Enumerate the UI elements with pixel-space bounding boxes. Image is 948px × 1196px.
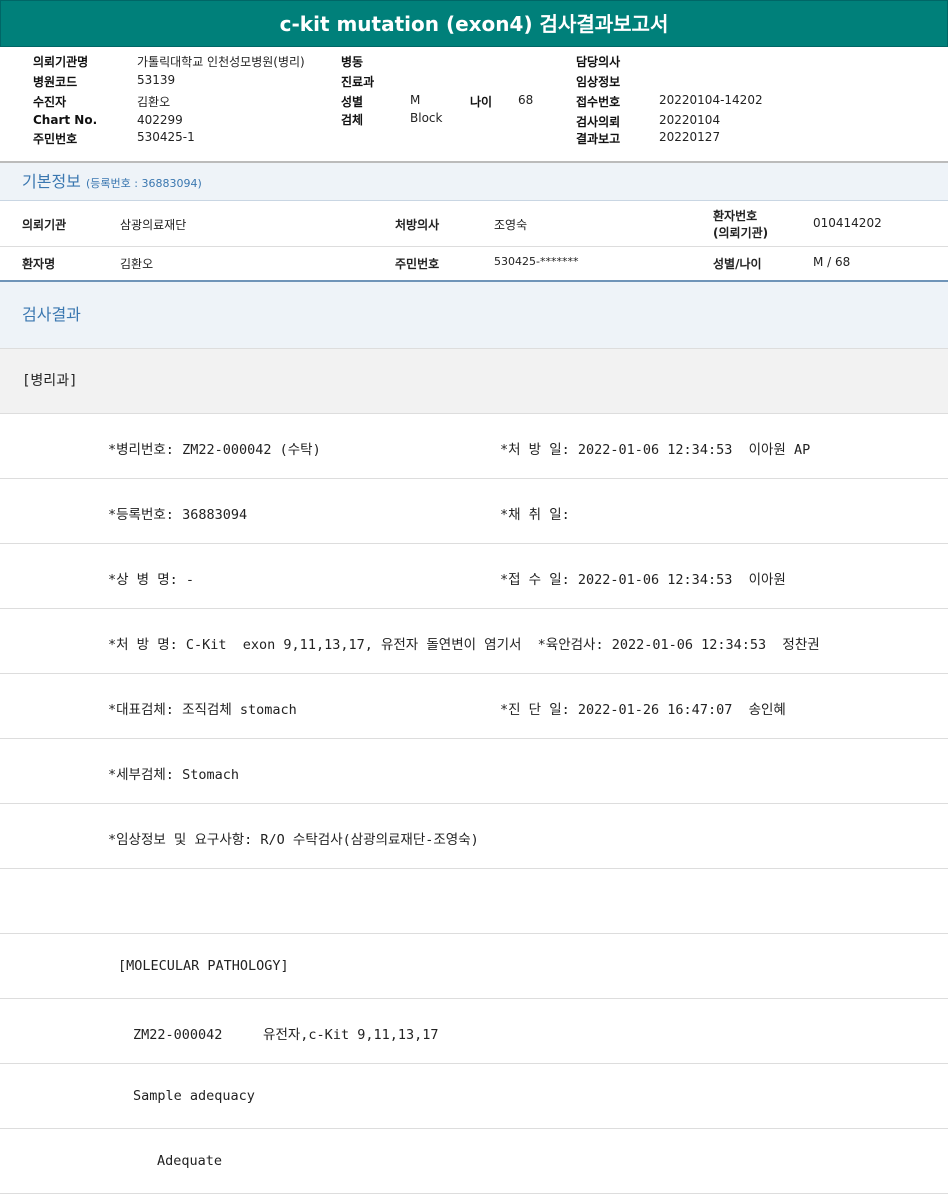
- label: (의뢰기관): [713, 226, 769, 240]
- label: 주민번호: [395, 257, 440, 271]
- adequacy-label: Sample adequacy: [133, 1088, 255, 1104]
- label: 의뢰기관: [22, 218, 67, 232]
- result-row: [MOLECULAR PATHOLOGY]: [0, 934, 948, 999]
- label: 나이: [470, 95, 493, 109]
- result-row: *세부검체: Stomach: [0, 739, 948, 804]
- field-left: *처 방 명: C-Kit exon 9,11,13,17, 유전자 돌연변이 …: [108, 637, 820, 653]
- registration-number: (등록번호 : 36883094): [85, 177, 202, 190]
- department-label: [병리과]: [0, 348, 948, 414]
- label: 주민번호: [33, 132, 78, 146]
- result-row: ZM22-000042 유전자,c-Kit 9,11,13,17: [0, 999, 948, 1064]
- label: 처방의사: [395, 218, 440, 232]
- label: 임상정보: [576, 75, 621, 89]
- label: 병원코드: [33, 75, 78, 89]
- field-left: *병리번호: ZM22-000042 (수탁): [108, 442, 321, 458]
- result-row: *처 방 명: C-Kit exon 9,11,13,17, 유전자 돌연변이 …: [0, 609, 948, 674]
- value: 삼광의료재단: [120, 218, 187, 232]
- value: 402299: [137, 113, 183, 127]
- label: 결과보고: [576, 132, 621, 146]
- basic-info-header: 기본정보 (등록번호 : 36883094): [0, 163, 948, 201]
- label: 수진자: [33, 95, 67, 109]
- value: 20220127: [659, 130, 721, 144]
- result-row: *등록번호: 36883094 *채 취 일:: [0, 479, 948, 544]
- field-left: *대표검체: 조직검체 stomach: [108, 702, 297, 718]
- value: 조영숙: [494, 218, 528, 232]
- label: Chart No.: [33, 113, 98, 127]
- result-row: *병리번호: ZM22-000042 (수탁) *처 방 일: 2022-01-0…: [0, 414, 948, 479]
- molecular-header: [MOLECULAR PATHOLOGY]: [118, 958, 289, 974]
- label: 성별/나이: [713, 257, 762, 271]
- result-row: Adequate: [0, 1129, 948, 1194]
- value: 530425-1: [137, 130, 195, 144]
- label: 환자명: [22, 257, 56, 271]
- value: M / 68: [813, 255, 851, 269]
- value: 김환오: [120, 257, 154, 271]
- molecular-line: ZM22-000042 유전자,c-Kit 9,11,13,17: [133, 1027, 439, 1043]
- label: 의뢰기관명: [33, 55, 89, 69]
- basic-row: 환자명 김환오 주민번호 530425-******* 성별/나이 M / 68: [0, 247, 948, 280]
- value: 53139: [137, 73, 176, 87]
- field-left: *상 병 명: -: [108, 572, 195, 588]
- value: 20220104: [659, 113, 721, 127]
- value: Block: [410, 111, 443, 125]
- value: 010414202: [813, 216, 882, 230]
- field-left: *등록번호: 36883094: [108, 507, 248, 523]
- result-row: *대표검체: 조직검체 stomach *진 단 일: 2022-01-26 16…: [0, 674, 948, 739]
- header-info: 의뢰기관명 가톨릭대학교 인천성모병원(병리) 병원코드 53139 수진자 김…: [0, 47, 948, 163]
- label: 성별: [341, 95, 364, 109]
- field-left: *세부검체: Stomach: [108, 767, 239, 783]
- label: 진료과: [341, 75, 375, 89]
- label: 접수번호: [576, 95, 621, 109]
- label: 병동: [341, 55, 364, 69]
- label: 검체: [341, 113, 364, 127]
- value: 530425-*******: [494, 255, 579, 268]
- field-right: *진 단 일: 2022-01-26 16:47:07 송인혜: [500, 702, 786, 718]
- field-left: *임상정보 및 요구사항: R/O 수탁검사(삼광의료재단-조영숙): [108, 832, 479, 848]
- field-right: *채 취 일:: [500, 507, 570, 523]
- field-right: *처 방 일: 2022-01-06 12:34:53 이아원 AP: [500, 442, 811, 458]
- value: 68: [518, 93, 534, 107]
- value: M: [410, 93, 421, 107]
- result-row: *임상정보 및 요구사항: R/O 수탁검사(삼광의료재단-조영숙): [0, 804, 948, 869]
- basic-row: 의뢰기관 삼광의료재단 처방의사 조영숙 환자번호 (의뢰기관) 0104142…: [0, 201, 948, 247]
- result-header: 검사결과: [0, 280, 948, 348]
- value: 가톨릭대학교 인천성모병원(병리): [137, 55, 305, 69]
- label: 환자번호: [713, 209, 758, 223]
- adequacy-value: Adequate: [157, 1153, 223, 1169]
- result-row: *상 병 명: - *접 수 일: 2022-01-06 12:34:53 이아원: [0, 544, 948, 609]
- report-title: c-kit mutation (exon4) 검사결과보고서: [0, 0, 948, 47]
- label: 검사의뢰: [576, 115, 621, 129]
- empty-row: [0, 869, 948, 934]
- value: 김환오: [137, 95, 171, 109]
- result-row: Sample adequacy: [0, 1064, 948, 1129]
- value: 20220104-14202: [659, 93, 763, 107]
- label: 담당의사: [576, 55, 621, 69]
- section-title: 기본정보: [22, 172, 81, 191]
- field-right: *접 수 일: 2022-01-06 12:34:53 이아원: [500, 572, 786, 588]
